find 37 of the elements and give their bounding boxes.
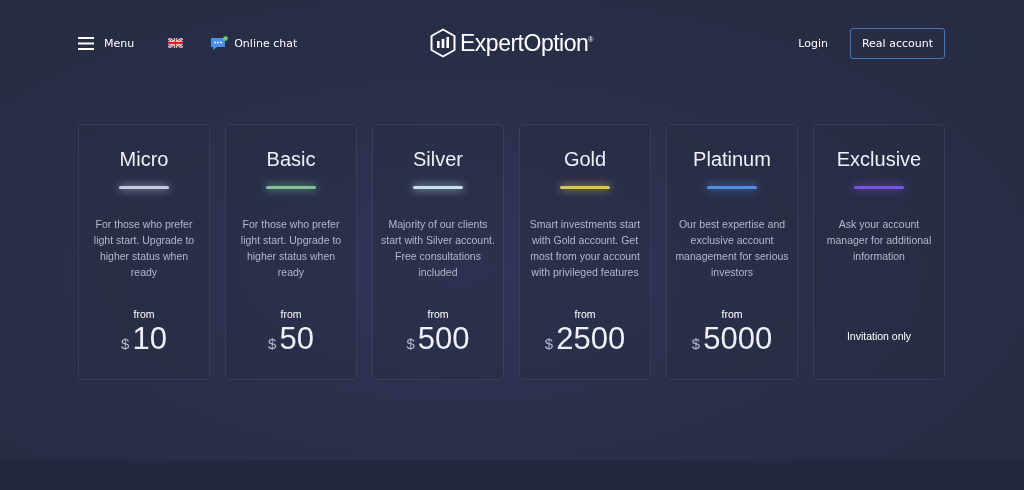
from-label: from	[133, 307, 155, 321]
plan-title: Gold	[563, 147, 607, 172]
price-amount: 50	[279, 322, 314, 356]
menu-icon	[78, 36, 94, 50]
real-account-button[interactable]: Real account	[849, 27, 945, 59]
plan-description: For those who prefer light start. Upgrade to higher status when ready	[239, 217, 343, 280]
logo-wordmark: ExpertOption$^{®}$	[460, 29, 593, 57]
plan-title: Exclusive	[836, 147, 922, 172]
plan-description: Smart investments start with Gold account. Get most from your account with privileged features	[528, 217, 642, 280]
currency-sign: $	[406, 335, 415, 352]
currency-sign: $	[268, 335, 277, 352]
chat-bubble-icon	[211, 35, 229, 51]
plan-title: Micro	[119, 147, 169, 172]
plan-title: Platinum	[693, 147, 771, 172]
from-label: from	[721, 307, 743, 321]
price-amount: 10	[132, 322, 167, 356]
menu-button[interactable]: Menu	[78, 36, 135, 50]
login-link[interactable]: Login	[798, 36, 828, 50]
price-amount: 2500	[556, 322, 626, 356]
plan-title: Basic	[266, 147, 316, 172]
currency-sign: $	[544, 335, 554, 352]
plan-description: For those who prefer light start. Upgrade to higher status when ready	[92, 217, 196, 280]
plan-description: Majority of our clients start with Silver account. Free consultations included	[381, 217, 495, 280]
from-label: from	[280, 307, 302, 321]
currency-sign: $	[121, 335, 130, 352]
plan-title: Silver	[413, 147, 463, 172]
price-amount: 500	[417, 322, 470, 356]
from-label: from	[574, 307, 596, 321]
price-amount: 5000	[703, 322, 773, 356]
plan-description: Ask your account manager for additional information	[825, 217, 933, 264]
invitation-note: Invitation only	[846, 330, 912, 342]
currency-sign: $	[691, 335, 701, 352]
logo-hexagon-icon	[430, 28, 457, 58]
from-label: from	[427, 307, 449, 321]
online-chat-link[interactable]: Online chat	[211, 35, 298, 51]
flag-icon[interactable]	[168, 38, 184, 48]
plan-description: Our best expertise and exclusive account management for serious investors	[675, 217, 789, 280]
